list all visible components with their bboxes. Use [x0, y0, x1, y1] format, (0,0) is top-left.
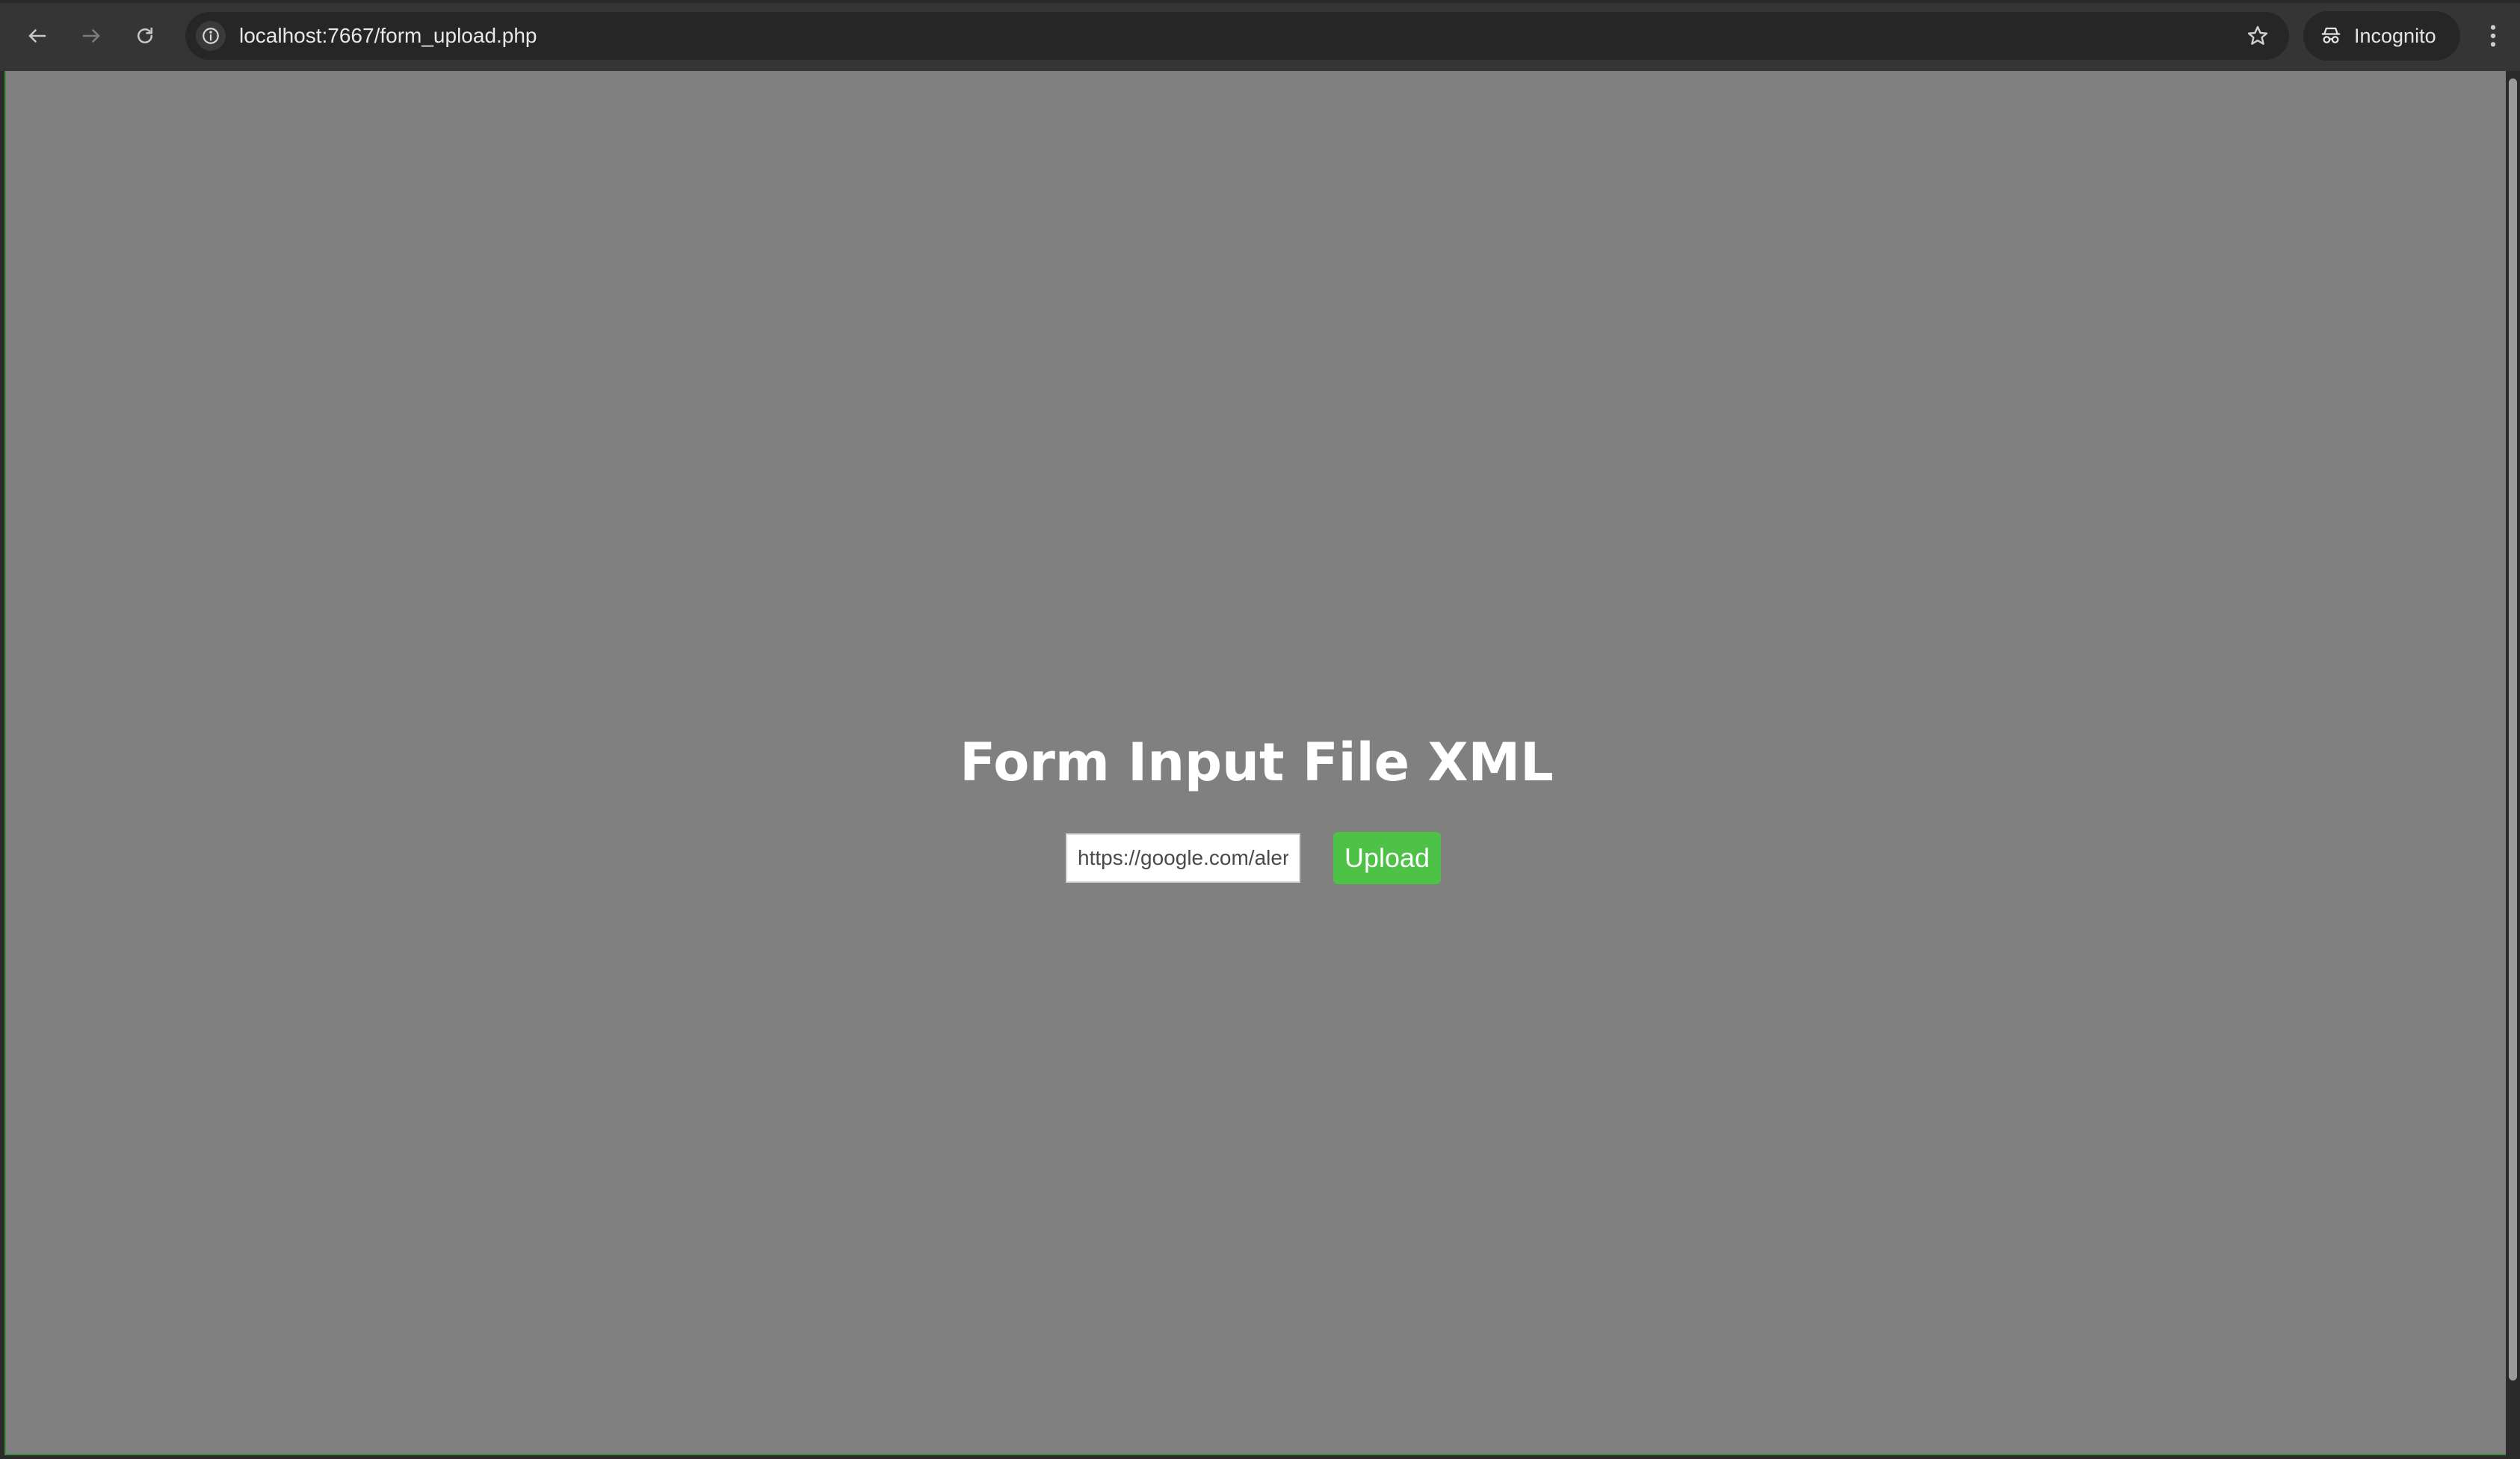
info-icon [203, 28, 219, 44]
browser-menu-button[interactable] [2478, 16, 2508, 55]
upload-form: Upload [1066, 832, 1441, 884]
browser-toolbar: localhost:7667/form_upload.php Incognito [0, 0, 2520, 71]
page-title: Form Input File XML [960, 732, 1554, 793]
scrollbar-thumb[interactable] [2509, 78, 2517, 1381]
url-text[interactable]: localhost:7667/form_upload.php [239, 23, 537, 49]
arrow-right-icon [82, 29, 100, 43]
page-viewport: Form Input File XML Upload [4, 71, 2507, 1455]
incognito-chip[interactable]: Incognito [2303, 11, 2460, 61]
upload-button[interactable]: Upload [1333, 832, 1441, 884]
site-info-button[interactable] [196, 21, 226, 51]
bookmark-button[interactable] [2243, 21, 2273, 51]
forward-button[interactable] [72, 16, 111, 55]
back-button[interactable] [18, 16, 57, 55]
reload-icon [138, 27, 152, 43]
kebab-menu-icon [2490, 25, 2496, 47]
reload-button[interactable] [126, 16, 164, 55]
browser-window: localhost:7667/form_upload.php Incognito [0, 0, 2520, 1459]
incognito-label: Incognito [2354, 24, 2436, 47]
arrow-left-icon [28, 29, 46, 43]
star-icon [2247, 25, 2268, 45]
tab-strip-edge [0, 0, 2520, 3]
url-input[interactable] [1066, 833, 1300, 883]
page-scrollbar[interactable] [2506, 71, 2520, 1459]
address-bar[interactable]: localhost:7667/form_upload.php [185, 12, 2289, 60]
incognito-icon [2318, 23, 2344, 49]
